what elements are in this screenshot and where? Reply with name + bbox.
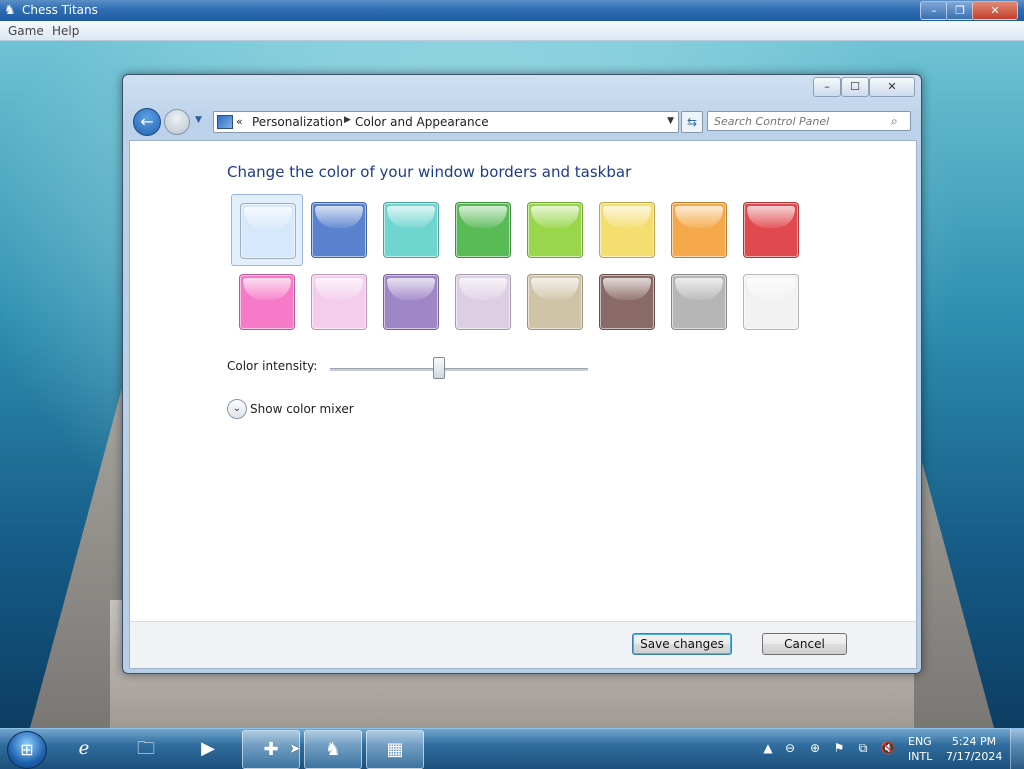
color-swatch-lime[interactable] [519, 194, 591, 266]
taskbar-button[interactable]: ♞ [304, 730, 362, 769]
swatch-color-fill [527, 202, 583, 258]
chess-icon: ♞ [324, 739, 342, 760]
forward-button[interactable] [164, 109, 190, 135]
color-swatch-blush[interactable] [303, 266, 375, 338]
intensity-slider-thumb[interactable] [433, 357, 446, 379]
color-swatch-taupe[interactable] [519, 266, 591, 338]
control-panel-icon: ▦ [386, 739, 404, 760]
color-swatch-slate[interactable] [663, 266, 735, 338]
taskbar-button[interactable]: ▶ [180, 730, 236, 767]
page-title: Change the color of your window borders … [227, 163, 632, 181]
color-swatch-twilight[interactable] [303, 194, 375, 266]
color-mixer-label[interactable]: Show color mixer [250, 402, 354, 416]
color-swatch-violet[interactable] [375, 266, 447, 338]
games-icon: ✚ [263, 739, 279, 760]
address-bar[interactable]: « Personalization ▶ Color and Appearance… [213, 111, 679, 133]
swatch-color-fill [671, 274, 727, 330]
back-arrow-icon: ← [140, 112, 154, 131]
color-mixer-toggle[interactable]: ⌄ [227, 399, 247, 419]
breadcrumb-overflow[interactable]: « [236, 115, 243, 128]
search-input[interactable] [707, 111, 911, 131]
start-button[interactable]: ⊞ [7, 731, 47, 769]
color-swatch-lavender[interactable] [447, 266, 519, 338]
refresh-button[interactable]: ⇆ [681, 111, 703, 133]
refresh-icon: ⇆ [686, 115, 698, 129]
stop-icon[interactable]: ⊖ [782, 741, 798, 755]
network-wired-icon[interactable]: ⧉ [855, 741, 871, 755]
keyboard-layout: INTL [908, 750, 933, 763]
network-icon[interactable]: ⊕ [807, 741, 823, 755]
media-player-icon: ▶ [201, 738, 215, 759]
intensity-label: Color intensity: [227, 359, 318, 373]
file-explorer-icon: 🗀 [137, 738, 155, 759]
intensity-slider-track[interactable] [330, 368, 588, 371]
menu-game[interactable]: Game [8, 24, 44, 38]
color-swatch-leaf[interactable] [447, 194, 519, 266]
color-swatch-chocolate[interactable] [591, 266, 663, 338]
swatch-color-fill [743, 274, 799, 330]
save-changes-button[interactable]: Save changes [632, 633, 732, 655]
taskbar-button[interactable]: ℯ [56, 730, 112, 767]
volume-muted-icon[interactable]: 🔇 [880, 741, 896, 755]
action-center-flag-icon[interactable]: ⚑ [831, 741, 847, 755]
back-button[interactable]: ← [133, 108, 161, 136]
windows-logo-icon: ⊞ [20, 740, 34, 759]
swatch-color-fill [240, 203, 296, 259]
swatch-color-fill [383, 202, 439, 258]
clock-date: 7/17/2024 [946, 750, 1003, 763]
address-dropdown-icon[interactable]: ▼ [667, 116, 674, 126]
app-menubar: Game Help [0, 21, 1024, 41]
swatch-color-fill [455, 274, 511, 330]
color-swatch-sea[interactable] [375, 194, 447, 266]
color-swatch-sun[interactable] [591, 194, 663, 266]
swatch-color-fill [383, 274, 439, 330]
cancel-button[interactable]: Cancel [762, 633, 847, 655]
color-swatch-frost[interactable] [735, 266, 807, 338]
swatch-color-fill [599, 274, 655, 330]
control-panel-window: – ☐ ✕ ← ▼ « Personalization ▶ Color and … [122, 74, 922, 674]
app-titlebar: ♞ Chess Titans – ❐ ✕ [0, 0, 1024, 21]
breadcrumb-separator-icon[interactable]: ▶ [344, 115, 351, 125]
taskbar-button[interactable]: ▦ [366, 730, 424, 769]
color-swatch-sky[interactable] [231, 194, 303, 266]
control-panel-icon [217, 115, 233, 129]
search-icon[interactable]: ⌕ [891, 114, 898, 129]
taskbar: ⊞ ℯ 🗀 ▶ ✚ ♞ ▦ ▲ ⊖ ⊕ ⚑ ⧉ 🔇 ENG INTL 5:24 PM 7/17/20… [0, 728, 1024, 769]
app-restore-button[interactable]: ❐ [946, 1, 974, 20]
swatch-color-fill [671, 202, 727, 258]
color-swatch-fuchsia[interactable] [231, 266, 303, 338]
swatch-color-fill [599, 202, 655, 258]
clock-time: 5:24 PM [951, 735, 997, 748]
swatch-color-fill [311, 202, 367, 258]
app-close-button[interactable]: ✕ [972, 1, 1018, 20]
app-title: Chess Titans [22, 3, 98, 17]
cp-minimize-button[interactable]: – [813, 77, 841, 97]
show-hidden-icons-icon[interactable]: ▲ [760, 741, 776, 755]
language-indicator[interactable]: ENG INTL [908, 734, 932, 764]
taskbar-button[interactable]: 🗀 [118, 730, 174, 767]
chess-knight-icon: ♞ [4, 3, 16, 18]
breadcrumb-personalization[interactable]: Personalization [252, 115, 343, 129]
content-area: Change the color of your window borders … [129, 140, 917, 623]
show-desktop-button[interactable] [1010, 729, 1024, 769]
internet-explorer-icon: ℯ [78, 738, 90, 759]
button-bar: Save changes Cancel [129, 621, 917, 669]
app-minimize-button[interactable]: – [920, 1, 948, 20]
recent-pages-dropdown[interactable]: ▼ [195, 115, 202, 125]
language-code: ENG [908, 735, 932, 748]
chevron-down-icon: ⌄ [232, 403, 242, 414]
mouse-cursor-icon: ➤ [289, 741, 301, 757]
cp-maximize-button[interactable]: ☐ [841, 77, 869, 97]
color-swatch-pumpkin[interactable] [663, 194, 735, 266]
swatch-color-fill [311, 274, 367, 330]
cp-close-button[interactable]: ✕ [869, 77, 915, 97]
clock[interactable]: 5:24 PM 7/17/2024 [946, 734, 1002, 764]
swatch-color-fill [743, 202, 799, 258]
swatch-color-fill [239, 274, 295, 330]
color-swatch-ruby[interactable] [735, 194, 807, 266]
menu-help[interactable]: Help [52, 24, 79, 38]
swatch-color-fill [455, 202, 511, 258]
breadcrumb-color-appearance[interactable]: Color and Appearance [355, 115, 489, 129]
swatch-color-fill [527, 274, 583, 330]
